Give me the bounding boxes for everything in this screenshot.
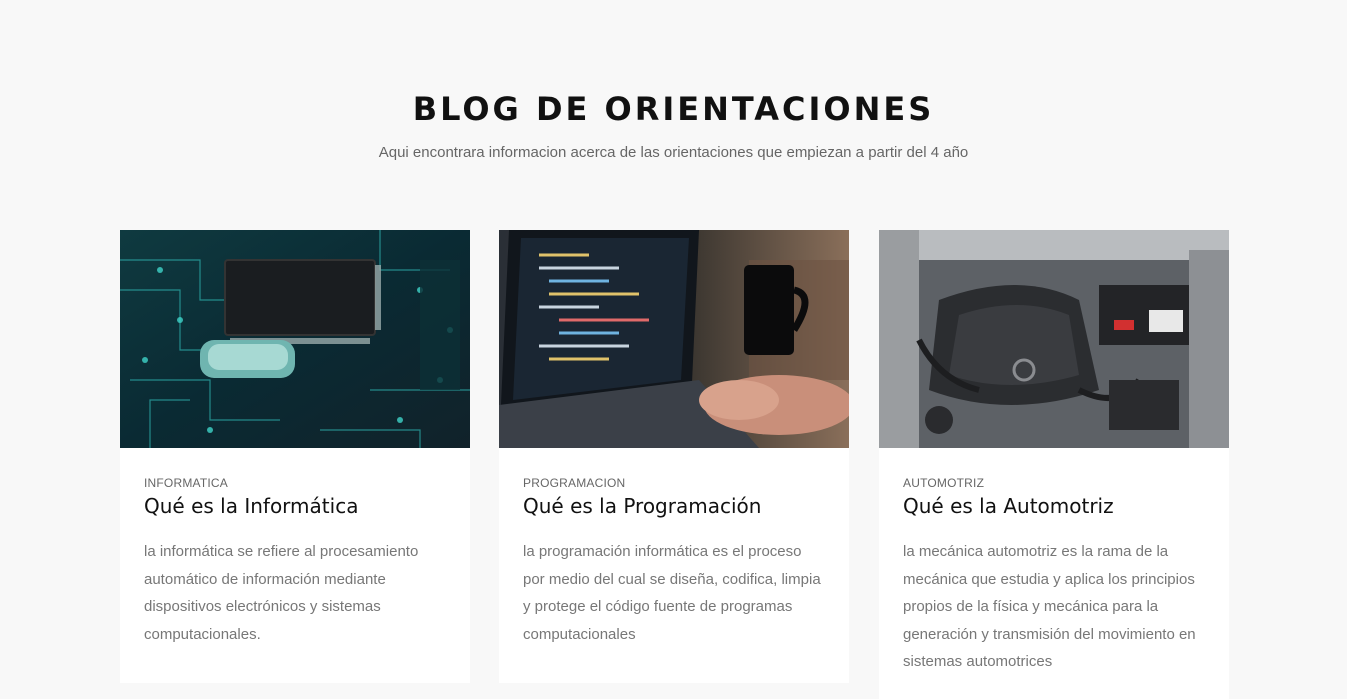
car-engine-image[interactable] xyxy=(879,230,1229,448)
card-title[interactable]: Qué es la Informática xyxy=(144,494,446,518)
card-title[interactable]: Qué es la Automotriz xyxy=(903,494,1205,518)
blog-card-informatica[interactable]: INFORMATICA Qué es la Informática la inf… xyxy=(120,230,470,683)
blog-card-programacion[interactable]: PROGRAMACION Qué es la Programación la p… xyxy=(499,230,849,683)
section-title: BLOG DE ORIENTACIONES xyxy=(412,90,935,128)
card-text: la programación informática es el proces… xyxy=(523,543,821,643)
card-title[interactable]: Qué es la Programación xyxy=(523,494,825,518)
card-text: la informática se refiere al procesamien… xyxy=(144,543,419,643)
circuit-board-image[interactable] xyxy=(120,230,470,448)
card-category: PROGRAMACION xyxy=(523,476,626,490)
card-text: la mecánica automotriz es la rama de la … xyxy=(903,543,1196,670)
blog-card-automotriz[interactable]: AUTOMOTRIZ Qué es la Automotriz la mecán… xyxy=(879,230,1229,699)
section-subtitle: Aqui encontrara informacion acerca de la… xyxy=(378,144,969,161)
card-category: INFORMATICA xyxy=(144,476,228,490)
card-category: AUTOMOTRIZ xyxy=(903,476,985,490)
laptop-code-image[interactable] xyxy=(499,230,849,448)
blog-section: BLOG DE ORIENTACIONES Aqui encontrara in… xyxy=(0,0,1347,699)
